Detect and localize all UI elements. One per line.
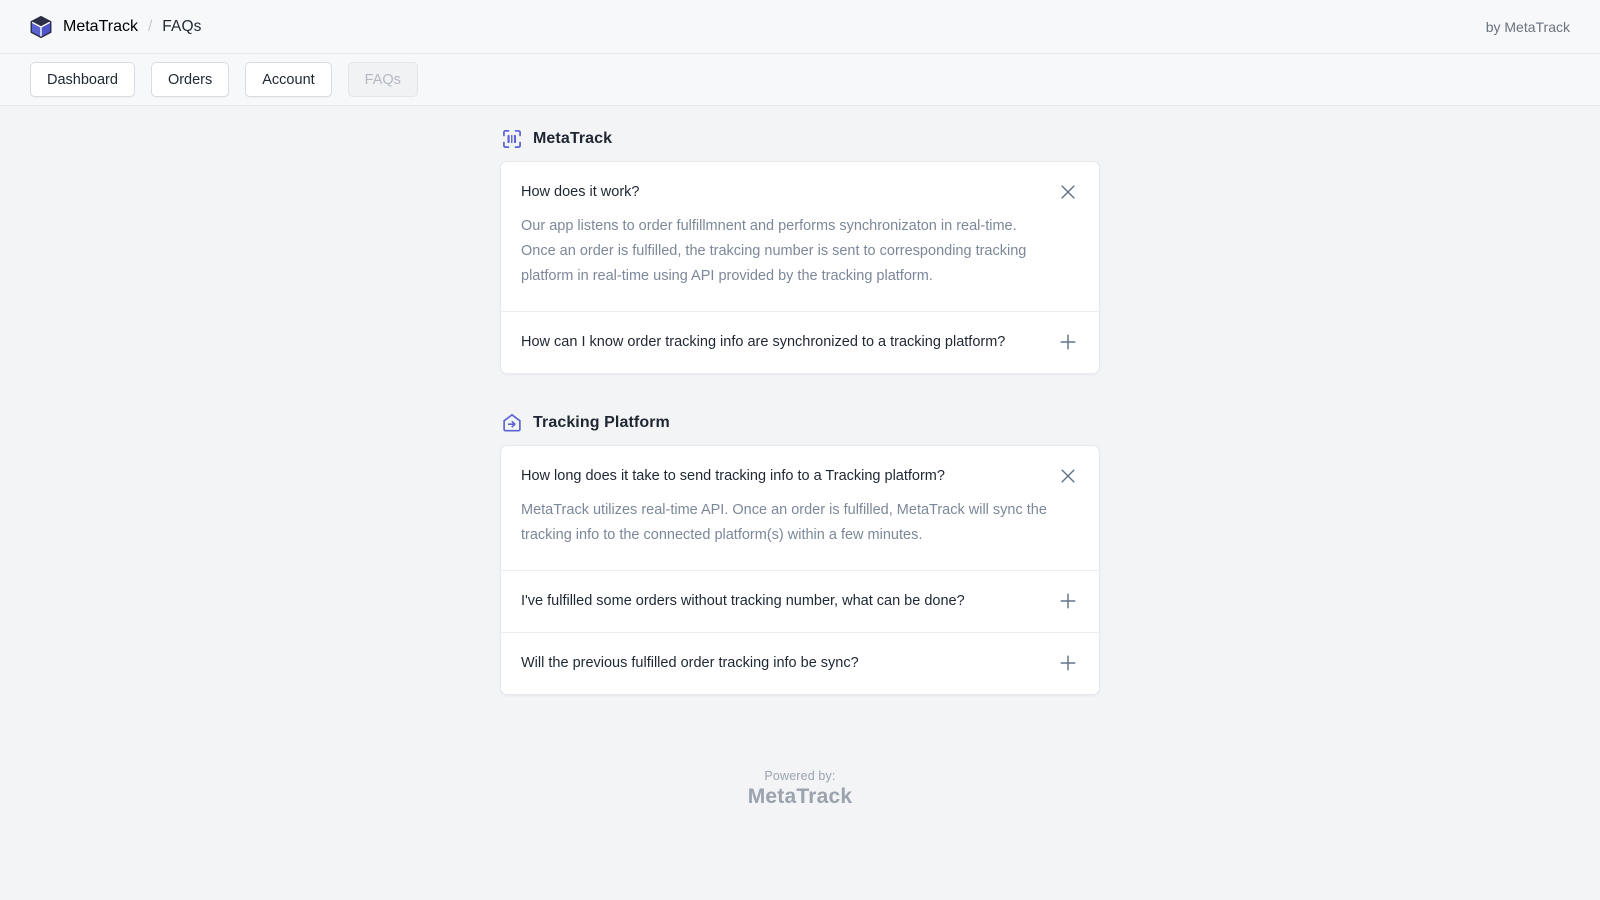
faq-card: How long does it take to send tracking i… (500, 445, 1100, 695)
tab-dashboard[interactable]: Dashboard (30, 62, 135, 97)
faq-answer: MetaTrack utilizes real-time API. Once a… (521, 498, 1051, 548)
close-icon[interactable] (1057, 182, 1079, 203)
faq-answer-body: MetaTrack utilizes real-time API. Once a… (501, 487, 1099, 570)
section-header: MetaTrack (500, 128, 1100, 150)
plus-icon[interactable] (1057, 591, 1079, 612)
main-content: MetaTrack How does it work? (0, 106, 1600, 900)
faq-question-row[interactable]: Will the previous fulfilled order tracki… (501, 633, 1099, 694)
faq-question: Will the previous fulfilled order tracki… (521, 653, 859, 674)
barcode-scan-icon (501, 128, 523, 150)
plus-icon[interactable] (1057, 332, 1079, 353)
faq-item: How long does it take to send tracking i… (501, 446, 1099, 570)
faq-card: How does it work? Our app listens to ord… (500, 161, 1100, 374)
faq-item: How can I know order tracking info are s… (501, 311, 1099, 373)
section-title: MetaTrack (533, 130, 612, 148)
page-title: FAQs (162, 18, 201, 36)
faq-question: I've fulfilled some orders without track… (521, 591, 965, 612)
faq-question-row[interactable]: How long does it take to send tracking i… (501, 446, 1099, 487)
by-line: by MetaTrack (1486, 19, 1570, 35)
plus-icon[interactable] (1057, 653, 1079, 674)
breadcrumb-separator: / (147, 18, 153, 36)
faq-question: How long does it take to send tracking i… (521, 466, 945, 487)
faq-answer: Our app listens to order fulfillmnent an… (521, 214, 1051, 289)
faq-column: MetaTrack How does it work? (500, 128, 1100, 881)
faq-answer-body: Our app listens to order fulfillmnent an… (501, 203, 1099, 311)
faq-item: Will the previous fulfilled order tracki… (501, 632, 1099, 694)
top-header: MetaTrack / FAQs by MetaTrack (0, 0, 1600, 54)
faq-item: How does it work? Our app listens to ord… (501, 162, 1099, 311)
faq-question-row[interactable]: How can I know order tracking info are s… (501, 312, 1099, 373)
powered-by-brand: MetaTrack (500, 785, 1100, 809)
tab-orders[interactable]: Orders (151, 62, 229, 97)
faq-section-metatrack: MetaTrack How does it work? (500, 128, 1100, 374)
faq-question-row[interactable]: How does it work? (501, 162, 1099, 203)
shipping-house-arrow-icon (501, 412, 523, 434)
tab-faqs[interactable]: FAQs (348, 62, 418, 97)
breadcrumb-brand[interactable]: MetaTrack (63, 18, 138, 36)
section-title: Tracking Platform (533, 414, 670, 432)
close-icon[interactable] (1057, 466, 1079, 487)
faq-question: How can I know order tracking info are s… (521, 332, 1005, 353)
tab-account[interactable]: Account (245, 62, 331, 97)
faq-question: How does it work? (521, 182, 639, 203)
nav-tabs: Dashboard Orders Account FAQs (0, 54, 1600, 106)
faq-question-row[interactable]: I've fulfilled some orders without track… (501, 571, 1099, 632)
faq-item: I've fulfilled some orders without track… (501, 570, 1099, 632)
powered-by-label: Powered by: (500, 769, 1100, 783)
faq-section-tracking-platform: Tracking Platform How long does it take … (500, 412, 1100, 695)
breadcrumb: MetaTrack / FAQs (28, 14, 201, 40)
footer: Powered by: MetaTrack (500, 695, 1100, 881)
cube-icon (28, 14, 54, 40)
faqs-page: MetaTrack / FAQs by MetaTrack Dashboard … (0, 0, 1600, 900)
section-header: Tracking Platform (500, 412, 1100, 434)
